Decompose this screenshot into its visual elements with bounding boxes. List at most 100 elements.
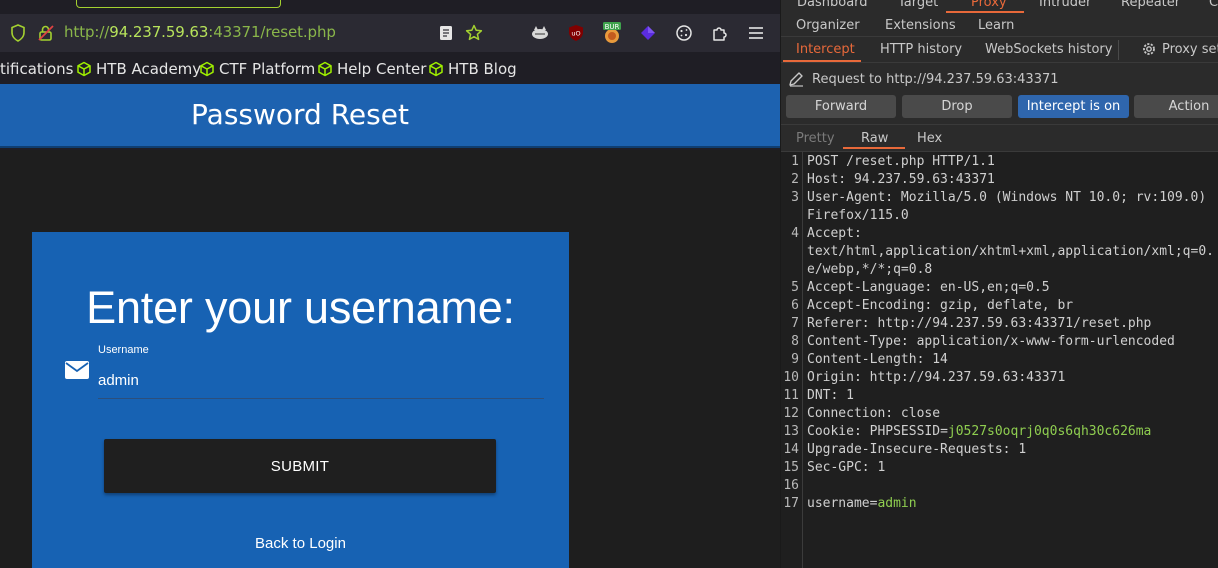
bookmark-label: Help Center xyxy=(337,60,427,78)
request-line: 13 Cookie: PHPSESSID=j0527s0oqrj0q0s6qh30… xyxy=(781,424,1218,442)
request-line: 8 Content-Type: application/x-www-form-ur… xyxy=(781,334,1218,352)
line-number: 15 xyxy=(783,460,799,475)
request-target: Request to http://94.237.59.63:43371 xyxy=(812,72,1059,87)
bookmarks-toolbar: tifications HTB Academy CTF Platform Hel… xyxy=(0,52,780,84)
line-content: e/webp,*/*;q=0.8 xyxy=(807,262,933,277)
tab-extensions[interactable]: Extensions xyxy=(885,18,956,33)
card-heading: Enter your username: xyxy=(86,282,515,333)
tab-fragment[interactable] xyxy=(76,0,281,8)
url-bar[interactable]: http://94.237.59.63:43371/reset.php uO B… xyxy=(0,14,780,52)
line-content: Accept: xyxy=(807,226,862,241)
line-number: 11 xyxy=(783,388,799,403)
tab-http-history[interactable]: HTTP history xyxy=(880,42,962,57)
tab-learn[interactable]: Learn xyxy=(978,18,1014,33)
reader-view-icon[interactable] xyxy=(436,23,456,43)
pencil-icon xyxy=(789,72,803,87)
line-content: Connection: close xyxy=(807,406,941,421)
request-editor[interactable]: 1 POST /reset.php HTTP/1.1 2 Host: 94.237.5… xyxy=(781,151,1218,568)
bookmark-star-icon[interactable] xyxy=(464,23,484,43)
extensions-puzzle-icon[interactable] xyxy=(710,23,730,43)
tab-organizer[interactable]: Organizer xyxy=(796,18,860,33)
insecure-lock-icon[interactable] xyxy=(36,23,56,43)
divider xyxy=(781,124,1218,125)
bookmark-notifications[interactable]: tifications xyxy=(0,59,73,79)
line-content: User-Agent: Mozilla/5.0 (Windows NT 10.0… xyxy=(807,190,1207,205)
request-line: 6 Accept-Encoding: gzip, deflate, br xyxy=(781,298,1218,316)
request-line: e/webp,*/*;q=0.8 xyxy=(781,262,1218,280)
request-line: 4 Accept: xyxy=(781,226,1218,244)
proxy-tab-underline xyxy=(946,11,1024,13)
divider xyxy=(781,36,1218,37)
tab-raw[interactable]: Raw xyxy=(861,131,888,146)
request-line: 15 Sec-GPC: 1 xyxy=(781,460,1218,478)
request-line: 14 Upgrade-Insecure-Requests: 1 xyxy=(781,442,1218,460)
forward-button[interactable]: Forward xyxy=(786,95,896,118)
gear-icon[interactable] xyxy=(1141,41,1157,57)
line-content: Accept-Language: en-US,en;q=0.5 xyxy=(807,280,1050,295)
mail-icon xyxy=(65,361,89,379)
intercept-toggle-button[interactable]: Intercept is on xyxy=(1018,95,1129,118)
extension-cat-icon[interactable] xyxy=(530,23,550,43)
line-number: 17 xyxy=(783,496,799,511)
line-content: text/html,application/xhtml+xml,applicat… xyxy=(807,244,1214,259)
divider xyxy=(1118,40,1119,60)
url-path: :43371/reset.php xyxy=(208,23,336,41)
url-host: 94.237.59.63 xyxy=(109,23,209,41)
tab-intercept[interactable]: Intercept xyxy=(796,42,855,57)
bookmark-ctf-platform[interactable]: CTF Platform xyxy=(199,59,315,79)
action-button[interactable]: Action xyxy=(1134,95,1218,118)
tab-repeater[interactable]: Repeater xyxy=(1121,0,1180,10)
tab-intruder[interactable]: Intruder xyxy=(1039,0,1091,10)
line-number: 1 xyxy=(791,154,799,169)
tab-dashboard[interactable]: Dashboard xyxy=(797,0,868,10)
url-text[interactable]: http://94.237.59.63:43371/reset.php xyxy=(64,23,336,41)
raw-tab-underline xyxy=(843,147,905,149)
line-number: 6 xyxy=(791,298,799,313)
ublock-icon[interactable]: uO xyxy=(566,23,586,43)
request-line: 10 Origin: http://94.237.59.63:43371 xyxy=(781,370,1218,388)
username-label: Username xyxy=(98,344,149,356)
line-content: Host: 94.237.59.63:43371 xyxy=(807,172,995,187)
purple-extension-icon[interactable] xyxy=(638,23,658,43)
line-content: Accept-Encoding: gzip, deflate, br xyxy=(807,298,1074,313)
back-to-login-link[interactable]: Back to Login xyxy=(32,535,569,552)
tab-pretty[interactable]: Pretty xyxy=(796,131,835,146)
request-line: 16 xyxy=(781,478,1218,496)
tab-collaborator[interactable]: C xyxy=(1209,0,1218,10)
bookmark-htb-academy[interactable]: HTB Academy xyxy=(76,59,201,79)
proxy-settings-button[interactable]: Proxy sett xyxy=(1162,42,1218,57)
tab-target[interactable]: Target xyxy=(898,0,938,10)
shield-icon[interactable] xyxy=(8,23,28,43)
page-title: Password Reset xyxy=(191,98,409,131)
tab-proxy[interactable]: Proxy xyxy=(971,0,1007,10)
line-content: Referer: http://94.237.59.63:43371/reset… xyxy=(807,316,1152,331)
line-number: 9 xyxy=(791,352,799,367)
line-number: 13 xyxy=(783,424,799,439)
reset-card: Enter your username: Username SUBMIT Bac… xyxy=(32,232,569,568)
username-input[interactable] xyxy=(98,363,544,399)
bookmark-label: tifications xyxy=(0,60,74,78)
line-number: 12 xyxy=(783,406,799,421)
tab-hex[interactable]: Hex xyxy=(917,131,942,146)
drop-button[interactable]: Drop xyxy=(902,95,1012,118)
request-line: 3 User-Agent: Mozilla/5.0 (Windows NT 10.… xyxy=(781,190,1218,208)
submit-button[interactable]: SUBMIT xyxy=(104,439,496,493)
bookmark-htb-blog[interactable]: HTB Blog xyxy=(428,59,517,79)
line-number: 10 xyxy=(783,370,799,385)
line-number: 2 xyxy=(791,172,799,187)
line-content: Content-Type: application/x-www-form-url… xyxy=(807,334,1175,349)
bookmark-help-center[interactable]: Help Center xyxy=(317,59,426,79)
browser-window: http://94.237.59.63:43371/reset.php uO B… xyxy=(0,0,780,568)
line-number: 3 xyxy=(791,190,799,205)
request-line: 11 DNT: 1 xyxy=(781,388,1218,406)
line-content: Origin: http://94.237.59.63:43371 xyxy=(807,370,1066,385)
request-line: 17 username=admin xyxy=(781,496,1218,514)
divider xyxy=(781,62,1218,63)
extension-badge: BUR xyxy=(605,23,620,31)
line-content: Cookie: PHPSESSID=j0527s0oqrj0q0s6qh30c6… xyxy=(807,424,1152,439)
svg-text:uO: uO xyxy=(571,30,580,38)
cookie-icon[interactable] xyxy=(674,23,694,43)
hamburger-menu-icon[interactable] xyxy=(746,23,766,43)
burp-extension-icon[interactable]: BUR xyxy=(602,22,622,43)
tab-websockets-history[interactable]: WebSockets history xyxy=(985,42,1112,57)
